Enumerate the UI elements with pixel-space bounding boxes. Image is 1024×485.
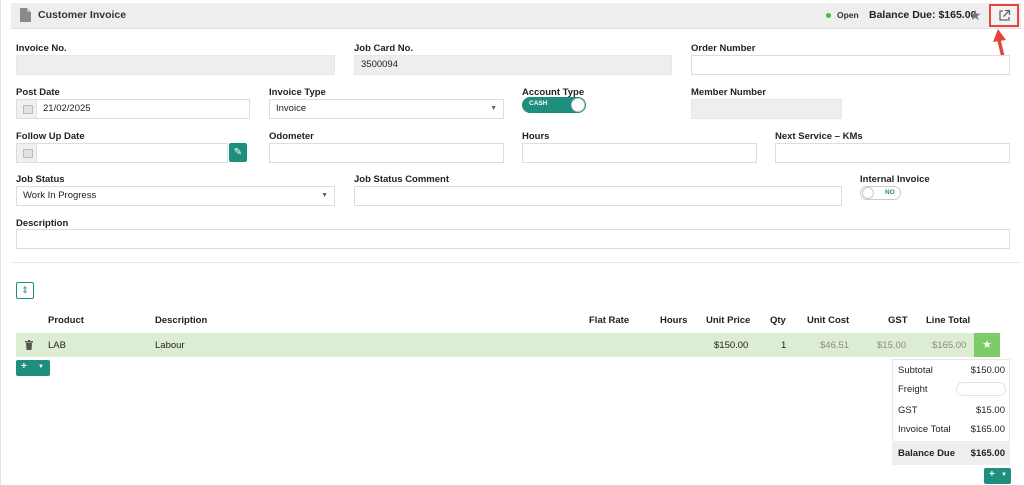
edit-follow-up-button[interactable]: ✎: [229, 143, 247, 162]
subtotal-value: $150.00: [970, 365, 1005, 376]
post-date-value: 21/02/2025: [43, 103, 91, 114]
document-icon: [20, 8, 31, 22]
delete-trash-icon[interactable]: [25, 340, 33, 350]
invoice-type-label: Invoice Type: [269, 87, 326, 98]
member-number-label: Member Number: [691, 87, 766, 98]
invoice-header: Customer Invoice Open Balance Due: $165.…: [11, 3, 1021, 29]
calendar-icon[interactable]: [17, 100, 37, 118]
post-date-field[interactable]: 21/02/2025: [16, 99, 250, 119]
job-status-select[interactable]: Work In Progress ▼: [16, 186, 335, 206]
section-divider: [11, 262, 1021, 263]
balance-due-value: $165.00: [970, 448, 1005, 459]
freight-input[interactable]: [956, 382, 1006, 396]
customer-invoice-page: Customer Invoice Open Balance Due: $165.…: [0, 0, 1024, 485]
toggle-knob: [862, 187, 874, 199]
cell-gst: $15.00: [877, 340, 907, 351]
gst-label: GST: [898, 405, 918, 416]
job-status-label: Job Status: [16, 174, 65, 185]
column-header-unit-cost: Unit Cost: [807, 315, 850, 326]
cell-description[interactable]: Labour: [155, 340, 185, 351]
balance-due-summary: Balance Due: $165.00: [869, 9, 977, 21]
odometer-label: Odometer: [269, 131, 314, 142]
column-header-description: Description: [155, 315, 208, 326]
column-header-hours: Hours: [660, 315, 688, 326]
column-header-unit-price: Unit Price: [706, 315, 751, 326]
order-number-label: Order Number: [691, 43, 756, 54]
invoice-total-label: Invoice Total: [898, 424, 951, 435]
toggle-knob: [571, 98, 585, 112]
gst-value: $15.00: [975, 405, 1005, 416]
member-number-field[interactable]: [691, 99, 842, 119]
column-header-qty: Qty: [770, 315, 786, 326]
invoice-no-label: Invoice No.: [16, 43, 67, 54]
post-date-label: Post Date: [16, 87, 60, 98]
cell-unit-price[interactable]: $150.00: [714, 340, 748, 351]
column-header-gst: GST: [888, 315, 908, 326]
calendar-icon[interactable]: [17, 144, 37, 162]
cell-unit-cost: $46.51: [820, 340, 850, 351]
cell-qty[interactable]: 1: [781, 340, 786, 351]
chevron-down-icon: ▼: [1001, 472, 1007, 478]
balance-due-label: Balance Due: [898, 448, 956, 459]
hours-label: Hours: [522, 131, 550, 142]
chevron-down-icon: ▼: [321, 192, 328, 199]
description-field[interactable]: [16, 229, 1010, 249]
chevron-down-icon: ▼: [490, 105, 497, 112]
internal-invoice-toggle[interactable]: NO: [860, 186, 901, 200]
cell-product[interactable]: LAB: [48, 340, 66, 351]
open-external-button[interactable]: [989, 4, 1019, 27]
invoice-total-value: $165.00: [970, 424, 1005, 435]
job-card-no-field[interactable]: 3500094: [354, 55, 672, 75]
row-favorite-star-icon[interactable]: ★: [974, 333, 1000, 357]
plus-icon: +: [989, 469, 995, 480]
column-header-flat-rate: Flat Rate: [589, 315, 630, 326]
plus-icon: +: [21, 361, 27, 372]
add-line-button[interactable]: + ▼: [16, 360, 50, 376]
follow-up-date-label: Follow Up Date: [16, 131, 85, 142]
status-dot-icon: [826, 13, 831, 18]
invoice-no-field[interactable]: [16, 55, 335, 75]
order-number-field[interactable]: [691, 55, 1010, 75]
internal-invoice-toggle-text: NO: [885, 189, 895, 196]
subtotal-label: Subtotal: [898, 365, 933, 376]
invoice-type-select[interactable]: Invoice ▼: [269, 99, 504, 119]
external-link-icon: [998, 9, 1010, 21]
next-service-label: Next Service – KMs: [775, 131, 863, 142]
column-header-product: Product: [48, 315, 84, 326]
account-type-toggle[interactable]: CASH: [522, 97, 586, 113]
account-type-toggle-text: CASH: [529, 100, 548, 107]
column-header-line-total: Line Total: [926, 315, 971, 326]
job-status-value: Work In Progress: [23, 190, 97, 201]
page-title: Customer Invoice: [38, 9, 127, 21]
add-payment-button[interactable]: + ▼: [984, 468, 1011, 484]
odometer-field[interactable]: [269, 143, 504, 163]
follow-up-date-field[interactable]: [16, 143, 228, 163]
job-status-comment-field[interactable]: [354, 186, 842, 206]
next-service-field[interactable]: [775, 143, 1010, 163]
description-label: Description: [16, 218, 69, 229]
freight-label: Freight: [898, 384, 928, 395]
chevron-down-icon: ▼: [38, 364, 44, 370]
hours-field[interactable]: [522, 143, 757, 163]
status-badge: Open: [837, 10, 859, 20]
invoice-type-value: Invoice: [276, 103, 307, 114]
job-status-comment-label: Job Status Comment: [354, 174, 450, 185]
internal-invoice-label: Internal Invoice: [860, 174, 930, 185]
favorite-star-icon[interactable]: ★: [969, 7, 982, 23]
job-card-no-label: Job Card No.: [354, 43, 414, 54]
sort-toggle-button[interactable]: ⇕: [16, 282, 34, 299]
cell-line-total: $165.00: [932, 340, 967, 351]
